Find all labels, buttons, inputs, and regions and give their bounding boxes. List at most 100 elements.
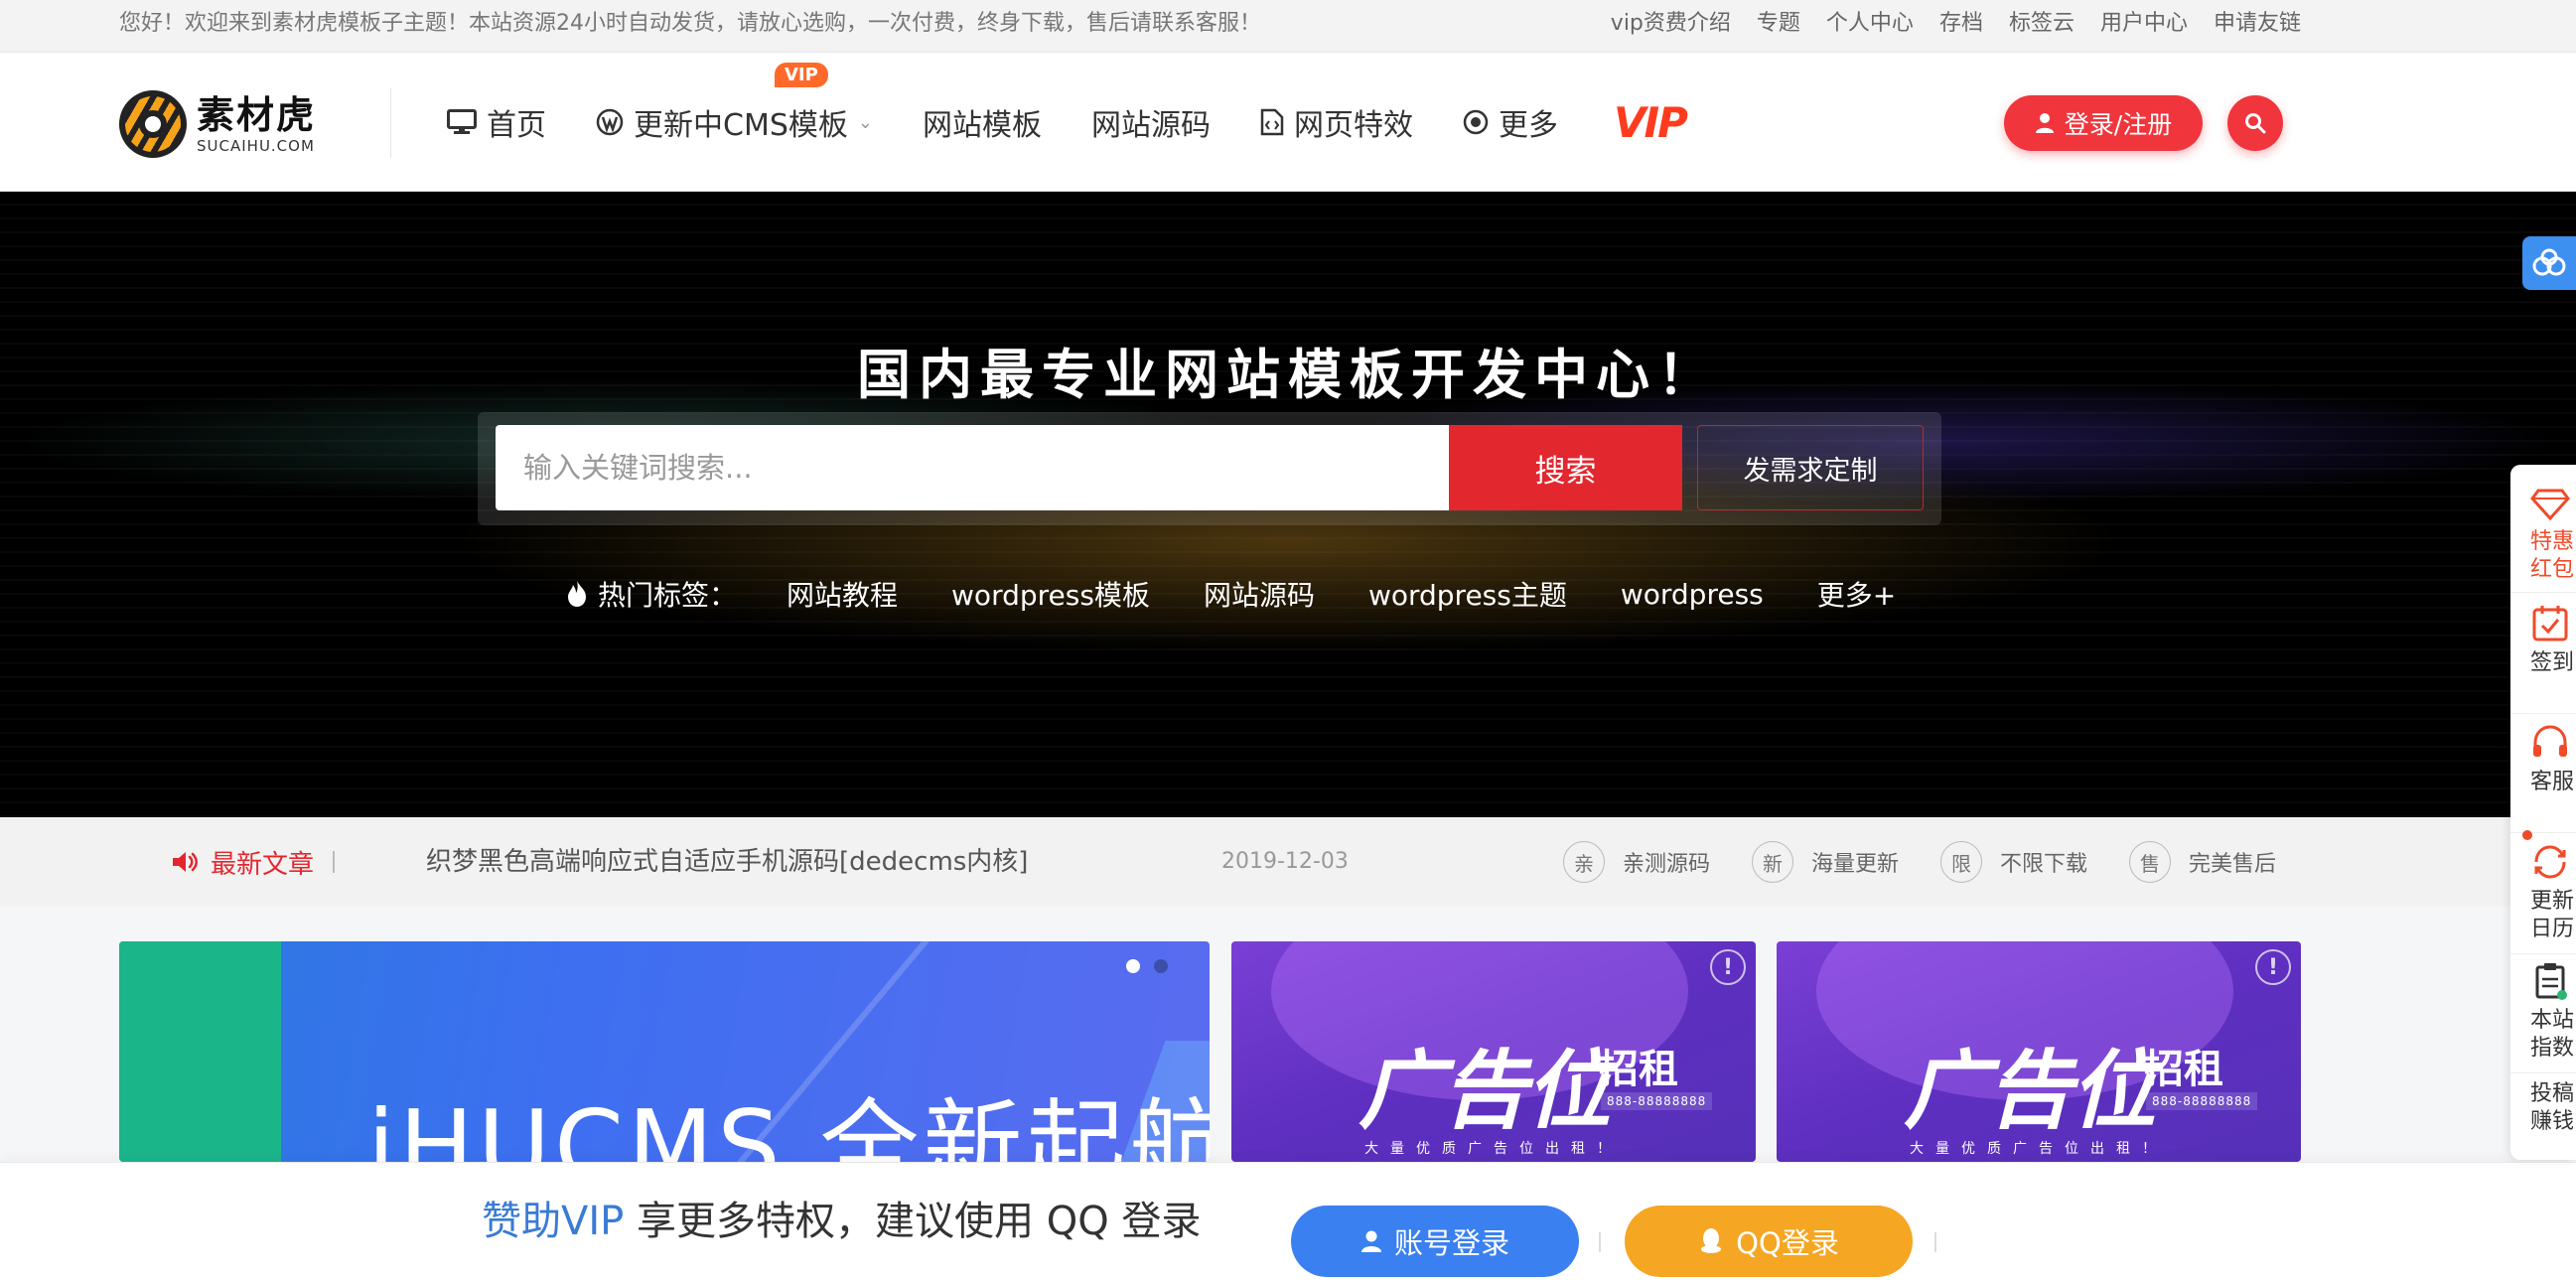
user-icon <box>1360 1230 1381 1252</box>
main-carousel-banner[interactable]: iHUCMS 全新起航 <box>119 941 1210 1162</box>
hot-tag-more[interactable]: 更多+ <box>1817 574 1896 614</box>
right-side-panel: 特惠红包 签到 客服 更新日历 本站指数 投稿赚钱 <box>2510 465 2576 1160</box>
logo-domain: SUCAIHU.COM <box>197 137 315 155</box>
nav-item-label: 网站模板 <box>922 108 1042 143</box>
nav-item-label: 网站源码 <box>1090 108 1211 143</box>
banner-headline: iHUCMS 全新起航 <box>367 1088 1210 1162</box>
ad-tag: 招租 <box>1599 1047 1678 1092</box>
hero-search-input[interactable] <box>496 425 1449 510</box>
feature-item: 限 不限下载 <box>1940 841 2087 883</box>
cloud-link-button[interactable] <box>2522 236 2576 290</box>
ticker-article-title[interactable]: 织梦黑色高端响应式自适应手机源码[dedecms内核] <box>426 817 1028 907</box>
nav-item-label: 更新中CMS模板 <box>634 108 848 143</box>
notification-dot <box>2522 830 2532 840</box>
side-item-site-index[interactable]: 本站指数 <box>2510 961 2576 1063</box>
hero-search-button[interactable]: 搜索 <box>1449 425 1682 510</box>
hot-tag[interactable]: 网站教程 <box>787 574 898 614</box>
hot-tags-label: 热门标签： <box>566 574 737 614</box>
feature-badge: 亲 <box>1563 841 1605 883</box>
chevron-down-icon: ⌄ <box>857 111 873 133</box>
promo-vip: 赞助VIP <box>482 1199 625 1244</box>
ad-subtitle: 大量优质广告位出租！ <box>1910 1141 2168 1157</box>
tiger-eye-logo-icon <box>119 90 187 158</box>
feature-text: 不限下载 <box>2000 852 2088 877</box>
nav-item-more[interactable]: 更多 <box>1463 100 1558 144</box>
site-logo[interactable]: 素材虎 SUCAIHU.COM <box>119 88 316 160</box>
feature-item: 亲 亲测源码 <box>1563 841 1710 883</box>
nav-item-website-templates[interactable]: 网站模板 <box>923 100 1042 144</box>
file-code-icon <box>1260 108 1284 136</box>
search-icon <box>2245 113 2266 134</box>
headset-icon <box>2533 725 2567 757</box>
ticker-divider <box>333 851 335 873</box>
top-link-archive[interactable]: 存档 <box>1939 0 1983 48</box>
calendar-check-icon <box>2532 606 2568 641</box>
ad-banner-2[interactable]: ! 广告位 招租 888-88888888 大量优质广告位出租！ <box>1777 941 2301 1162</box>
feature-text: 海量更新 <box>1811 852 1900 877</box>
hero-title: 国内最专业网站模板开发中心！ <box>857 344 1719 406</box>
account-login-label: 账号登录 <box>1393 1226 1509 1260</box>
login-promo-text: 赞助VIP 享更多特权，建议使用 QQ 登录 <box>482 1163 1201 1280</box>
ticker-label: 最新文章 <box>171 817 314 907</box>
qq-icon <box>1701 1228 1722 1253</box>
login-register-label: 登录/注册 <box>2064 110 2173 139</box>
info-icon[interactable]: ! <box>2255 949 2291 985</box>
logo-divider <box>390 88 391 158</box>
vip-badge: VIP <box>775 63 828 87</box>
site-header: 素材虎 SUCAIHU.COM 首页 VIP 更新中CMS模板 ⌄ 网站模板 网… <box>0 53 2576 192</box>
account-login-button[interactable]: 账号登录 <box>1291 1206 1579 1277</box>
feature-badge: 新 <box>1752 841 1794 883</box>
top-link-vip-pricing[interactable]: vip资费介绍 <box>1611 0 1731 48</box>
carousel-dot[interactable] <box>1154 959 1168 973</box>
ticker-article-date: 2019-12-03 <box>1221 849 1349 874</box>
carousel-dots <box>1126 959 1168 973</box>
side-item-coupon[interactable]: 特惠红包 <box>2510 483 2576 584</box>
nav-item-web-effects[interactable]: 网页特效 <box>1260 100 1413 144</box>
hot-tag[interactable]: wordpress <box>1621 578 1764 611</box>
nav-item-website-source[interactable]: 网站源码 <box>1091 100 1211 144</box>
nav-item-home[interactable]: 首页 <box>447 100 546 144</box>
ad-subtitle: 大量优质广告位出租！ <box>1364 1141 1623 1157</box>
hot-tag[interactable]: wordpress模板 <box>951 574 1150 614</box>
fire-icon <box>568 581 586 607</box>
ad-tag: 招租 <box>2144 1047 2223 1092</box>
header-search-button[interactable] <box>2227 95 2283 151</box>
top-link-friend-links[interactable]: 申请友链 <box>2214 0 2301 48</box>
feature-text: 亲测源码 <box>1623 852 1711 877</box>
side-item-contribute[interactable]: 投稿赚钱 <box>2510 1080 2576 1136</box>
diamond-icon <box>2530 489 2570 521</box>
nav-item-label: 更多 <box>1498 108 1558 143</box>
feature-badge: 限 <box>1940 841 1983 883</box>
side-item-support[interactable]: 客服 <box>2510 723 2576 796</box>
hero-section: 国内最专业网站模板开发中心！ 搜索 发需求定制 热门标签： 网站教程 wordp… <box>0 192 2576 817</box>
clipboard-icon <box>2535 963 2567 1000</box>
side-item-update-calendar[interactable]: 更新日历 <box>2510 842 2576 943</box>
nav-item-label: 网页特效 <box>1293 108 1413 143</box>
ad-phone: 888-88888888 <box>2146 1092 2258 1110</box>
speaker-icon <box>173 852 198 872</box>
target-icon <box>1463 109 1489 135</box>
carousel-dot-active[interactable] <box>1126 959 1140 973</box>
hot-tag[interactable]: wordpress主题 <box>1368 574 1567 614</box>
ad-title: 广告位 <box>1359 1042 1611 1141</box>
info-icon[interactable]: ! <box>1710 949 1746 985</box>
qq-login-button[interactable]: QQ登录 <box>1625 1206 1913 1277</box>
side-item-checkin[interactable]: 签到 <box>2510 604 2576 677</box>
feature-item: 新 海量更新 <box>1752 841 1899 883</box>
nav-item-vip[interactable]: VIP <box>1608 98 1688 147</box>
user-icon <box>2035 113 2054 133</box>
ad-title: 广告位 <box>1904 1042 2156 1141</box>
baidu-cloud-icon <box>2532 248 2566 276</box>
hot-tag[interactable]: 网站源码 <box>1204 574 1315 614</box>
welcome-notice: 您好！欢迎来到素材虎模板子主题！本站资源24小时自动发货，请放心选购，一次付费，… <box>119 11 1261 36</box>
top-link-topics[interactable]: 专题 <box>1757 0 1800 48</box>
login-register-button[interactable]: 登录/注册 <box>2004 95 2203 151</box>
custom-request-button[interactable]: 发需求定制 <box>1697 425 1924 510</box>
nav-item-cms-templates[interactable]: VIP 更新中CMS模板 ⌄ <box>596 63 873 144</box>
top-link-personal-center[interactable]: 个人中心 <box>1826 0 1914 48</box>
ad-banner-1[interactable]: ! 广告位 招租 888-88888888 大量优质广告位出租！ <box>1231 941 1756 1162</box>
top-link-user-center[interactable]: 用户中心 <box>2100 0 2188 48</box>
top-notice-bar: 您好！欢迎来到素材虎模板子主题！本站资源24小时自动发货，请放心选购，一次付费，… <box>0 0 2576 53</box>
top-link-tag-cloud[interactable]: 标签云 <box>2009 0 2075 48</box>
hero-search-box: 搜索 发需求定制 <box>478 412 1941 525</box>
